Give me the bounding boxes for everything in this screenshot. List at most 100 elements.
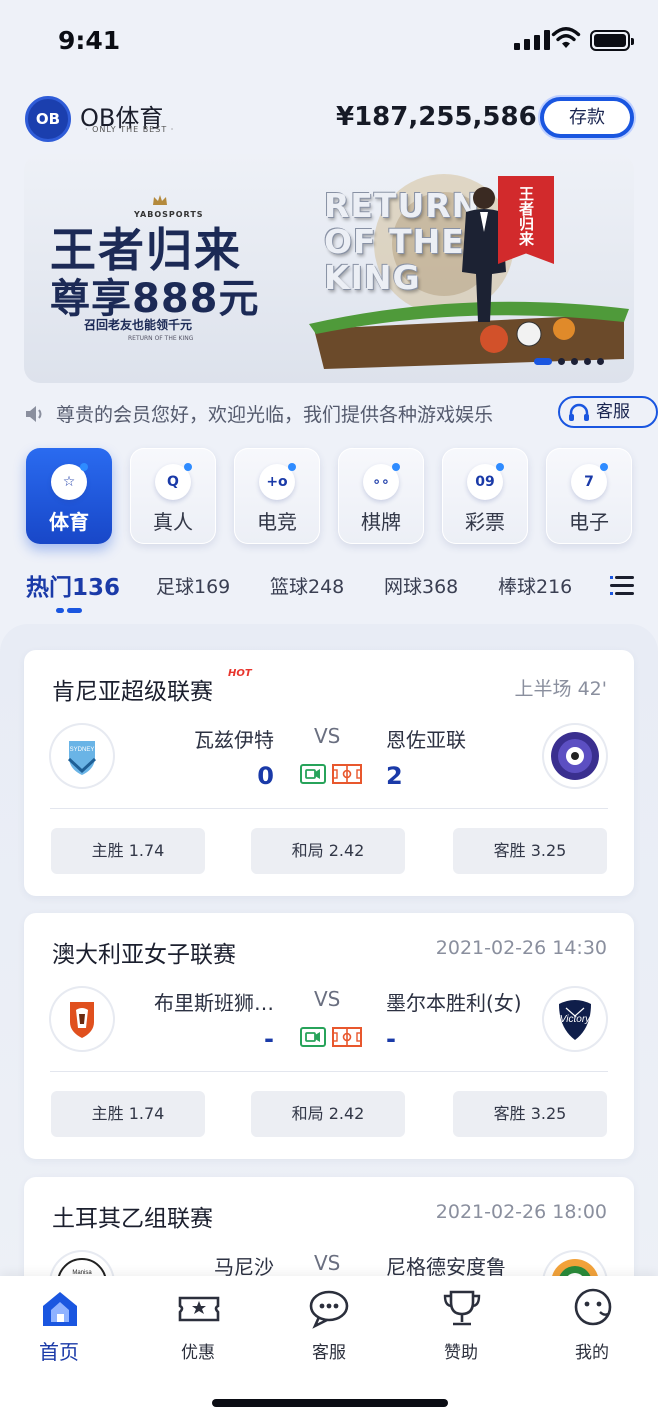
match-card[interactable]: 肯尼亚超级联赛 HOT 上半场 42' SYDNEY 瓦兹伊特 VS 恩佐亚联 … (24, 650, 634, 896)
category-cards[interactable]: ∘∘ 棋牌 (338, 448, 424, 544)
match-time: 上半场 42' (514, 678, 607, 700)
carousel-dot[interactable] (571, 358, 578, 365)
sport-tabs: 热门136 足球169 篮球248 网球368 棒球216 (26, 566, 634, 616)
hot-badge: HOT (228, 668, 252, 679)
odds-home-win[interactable]: 主胜 1.74 (51, 828, 205, 874)
odds-draw[interactable]: 和局 2.42 (251, 1091, 405, 1137)
slot-seven-icon: 7 (571, 463, 608, 500)
notice-text: 尊贵的会员您好，欢迎光临，我们提供各种游戏娱乐 (56, 404, 494, 426)
vs-label: VS (314, 987, 341, 1011)
banner-flag: 王者归来 (498, 176, 554, 264)
promo-banner[interactable]: YABOSPORTS 王者归来 尊享888元 召回老友也能领千元 RETURN … (24, 154, 634, 383)
tab-hot[interactable]: 热门136 (26, 568, 120, 602)
tab-football[interactable]: 足球169 (156, 572, 230, 599)
category-label: 彩票 (465, 510, 505, 534)
home-icon (43, 1292, 77, 1326)
tab-tennis[interactable]: 网球368 (384, 572, 458, 599)
odds-home-win[interactable]: 主胜 1.74 (51, 1091, 205, 1137)
category-glyph: ☆ (62, 474, 76, 490)
battery-icon (590, 30, 634, 51)
home-score: 0 (257, 762, 274, 790)
status-time: 9:41 (58, 26, 121, 55)
nav-label: 我的 (575, 1343, 609, 1363)
vs-label: VS (314, 724, 341, 748)
vs-label: VS (314, 1251, 341, 1275)
brand-slogan: · ONLY THE BEST · (85, 125, 175, 134)
category-glyph: ∘∘ (372, 474, 390, 490)
odds-draw[interactable]: 和局 2.42 (251, 828, 405, 874)
video-icon[interactable] (300, 764, 326, 784)
category-glyph: 7 (584, 474, 594, 490)
nav-label: 优惠 (181, 1343, 215, 1363)
chips-icon: ∘∘ (363, 463, 400, 500)
brand-logo: OB (25, 96, 71, 142)
nav-label: 客服 (312, 1343, 346, 1363)
match-card[interactable]: 澳大利亚女子联赛 2021-02-26 14:30 布里斯班狮… VS 墨尔本胜… (24, 913, 634, 1159)
lottery-icon: 09 (467, 463, 504, 500)
field-icon[interactable] (332, 1027, 362, 1047)
tab-baseball[interactable]: 棒球216 (498, 572, 572, 599)
home-team-logo: SYDNEY (51, 725, 113, 787)
category-live[interactable]: Q 真人 (130, 448, 216, 544)
star-ball-icon: ☆ (51, 463, 88, 500)
search-icon: Q (155, 463, 192, 500)
tab-indicator (56, 608, 82, 613)
category-label: 真人 (153, 510, 193, 534)
away-team-name: 恩佐亚联 (386, 728, 466, 752)
logo-text: OB (35, 110, 61, 128)
banner-caption: 召回老友也能领千元 (84, 318, 193, 332)
customer-service-button[interactable]: 客服 (558, 396, 658, 428)
away-team-logo (544, 725, 606, 787)
category-slots[interactable]: 7 电子 (546, 448, 632, 544)
field-icon[interactable] (332, 764, 362, 784)
home-indicator (212, 1399, 448, 1407)
headset-icon (569, 403, 589, 421)
crown-icon (153, 195, 167, 205)
divider (50, 808, 608, 809)
home-score: - (264, 1025, 274, 1053)
nav-label: 赞助 (444, 1343, 478, 1363)
banner-caption-en: RETURN OF THE KING (128, 335, 194, 342)
ticket-icon (178, 1296, 220, 1322)
home-team-logo (51, 988, 113, 1050)
app-header: OB OB体育 · ONLY THE BEST · ¥187,255,586.0… (0, 92, 658, 144)
signal-icon (514, 30, 550, 50)
customer-service-label: 客服 (596, 402, 630, 422)
chat-icon (309, 1290, 349, 1329)
category-label: 体育 (49, 510, 89, 534)
away-score: - (386, 1025, 396, 1053)
away-team-logo: Victory (544, 988, 606, 1050)
nav-label: 首页 (39, 1340, 79, 1364)
category-label: 电子 (569, 510, 609, 534)
deposit-button[interactable]: 存款 (540, 97, 634, 138)
carousel-dot[interactable] (558, 358, 565, 365)
category-sports[interactable]: ☆ 体育 (26, 448, 112, 544)
carousel-dot[interactable] (597, 358, 604, 365)
category-glyph: +o (266, 474, 288, 490)
tab-basketball[interactable]: 篮球248 (270, 572, 344, 599)
divider (50, 1071, 608, 1072)
carousel-indicator[interactable] (534, 358, 604, 365)
carousel-dot[interactable] (584, 358, 591, 365)
match-time: 2021-02-26 14:30 (435, 937, 607, 959)
category-glyph: 09 (475, 474, 495, 490)
banner-flag-text: 王者归来 (517, 186, 535, 246)
game-categories: ☆ 体育 Q 真人 +o 电竞 ∘∘ 棋牌 09 彩票 7 电子 (26, 448, 634, 544)
category-esports[interactable]: +o 电竞 (234, 448, 320, 544)
home-team-name: 瓦兹伊特 (194, 728, 274, 752)
gamepad-icon: +o (259, 463, 296, 500)
category-lottery[interactable]: 09 彩票 (442, 448, 528, 544)
video-icon[interactable] (300, 1027, 326, 1047)
menu-icon[interactable] (610, 575, 634, 597)
category-glyph: Q (167, 474, 179, 490)
svg-text:SYDNEY: SYDNEY (70, 747, 95, 753)
odds-away-win[interactable]: 客胜 3.25 (453, 1091, 607, 1137)
league-name: 土耳其乙组联赛 (52, 1206, 213, 1232)
category-label: 电竞 (257, 510, 297, 534)
carousel-dot[interactable] (534, 358, 552, 365)
odds-away-win[interactable]: 客胜 3.25 (453, 828, 607, 874)
notice-bar: 尊贵的会员您好，欢迎光临，我们提供各种游戏娱乐 客服 (24, 396, 658, 432)
trophy-icon (443, 1290, 481, 1326)
home-team-name: 布里斯班狮… (154, 991, 274, 1015)
match-time: 2021-02-26 18:00 (435, 1201, 607, 1223)
